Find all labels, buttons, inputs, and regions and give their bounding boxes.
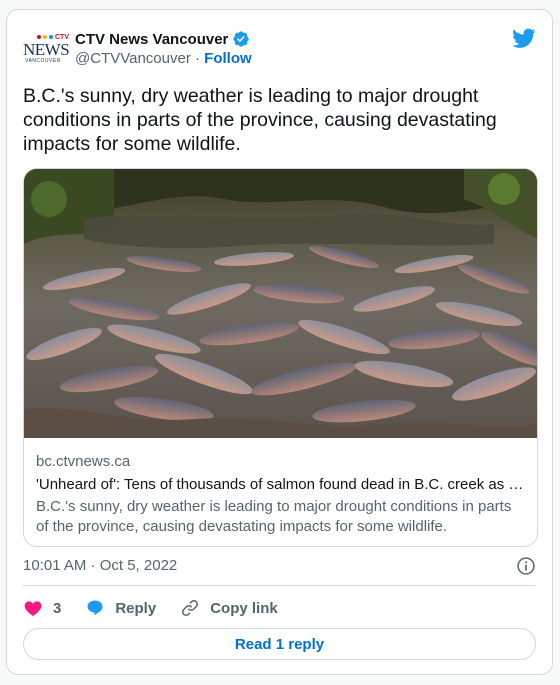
logo-news-text: NEWS [23,39,70,59]
display-name-row: CTV News Vancouver [75,29,252,49]
handle-separator: · [195,50,200,67]
reply-label: Reply [115,599,157,617]
author-names: CTV News Vancouver @CTVVancouver · Follo… [75,29,252,69]
tweet-meta-row: 10:01 AM · Oct 5, 2022 [23,555,536,577]
heart-icon [24,601,42,616]
handle-row: @CTVVancouver · Follow [75,49,252,69]
follow-button[interactable]: Follow [204,50,252,67]
display-name[interactable]: CTV News Vancouver [75,31,228,48]
tweet-header: CTV NEWS VANCOUVER CTV News Vancouver @C… [23,26,536,70]
twitter-bird-icon[interactable] [512,26,536,50]
like-button[interactable]: 3 [23,598,61,618]
verified-badge-icon [233,31,250,47]
copy-link-label: Copy link [210,599,278,617]
reply-button[interactable]: Reply [85,598,156,618]
link-domain: bc.ctvnews.ca [36,453,131,470]
link-icon [182,600,199,616]
article-image [24,169,537,438]
logo-city-text: VANCOUVER [25,57,61,64]
author-handle[interactable]: @CTVVancouver [75,50,191,67]
embedded-tweet-card: CTV NEWS VANCOUVER CTV News Vancouver @C… [6,9,553,675]
link-meta: bc.ctvnews.ca 'Unheard of': Tens of thou… [36,452,525,537]
copy-link-button[interactable]: Copy link [180,598,278,618]
read-replies-button[interactable]: Read 1 reply [23,628,536,660]
action-bar: 3 Reply Copy link [23,594,536,622]
link-preview-card[interactable]: bc.ctvnews.ca 'Unheard of': Tens of thou… [23,168,538,547]
reply-bubble-icon [87,600,103,616]
link-title[interactable]: 'Unheard of': Tens of thousands of salmo… [36,475,525,495]
like-count: 3 [53,599,62,617]
tweet-text: B.C.'s sunny, dry weather is leading to … [23,85,497,155]
avatar[interactable]: CTV NEWS VANCOUVER [23,28,71,68]
divider [23,585,536,586]
tweet-timestamp[interactable]: 10:01 AM · Oct 5, 2022 [23,557,177,574]
info-icon[interactable] [516,556,536,576]
link-description: B.C.'s sunny, dry weather is leading to … [36,498,512,535]
